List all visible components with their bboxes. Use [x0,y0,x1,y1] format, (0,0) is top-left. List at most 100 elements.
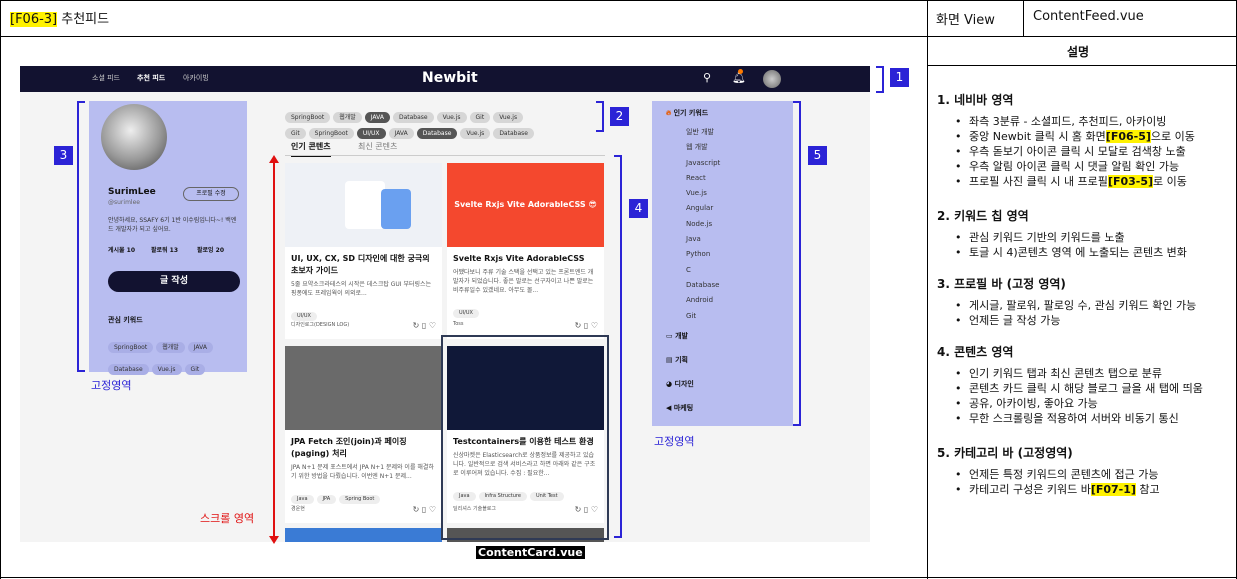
keyword-chip[interactable]: JAVA [388,128,414,139]
megaphone-icon: ◀ [666,403,672,412]
keyword-chip[interactable]: SpringBoot [308,128,354,139]
desc-item: 관심 키워드 기반의 키워드를 노출 [937,230,1187,245]
category-item[interactable]: Vue.js [652,186,793,201]
tab-divider [285,155,605,156]
arrow-down-icon [269,536,279,544]
desc-section-1: 1. 네비바 영역 좌측 3분류 - 소셜피드, 추천피드, 아카이빙 중앙 N… [937,93,1195,189]
category-item[interactable]: 일반 개발 [652,125,793,140]
marker-2: 2 [610,107,629,126]
scroll-arrow [273,160,275,540]
desc-heading: 5. 카테고리 바 (고정영역) [937,446,1073,460]
fire-icon: 🔥︎ [666,109,672,117]
desc-heading: 2. 키워드 칩 영역 [937,209,1029,223]
marker-1: 1 [890,68,909,87]
newbit-logo[interactable]: Newbit [422,70,478,86]
keyword-chip[interactable]: UI/UX [356,128,386,139]
category-item[interactable]: Node.js [652,217,793,232]
category-group-label: 마케팅 [673,403,694,412]
desc-item: 인기 키워드 탭과 최신 콘텐츠 탭으로 분류 [937,366,1203,381]
card-author: 경운현 [291,506,305,512]
edit-profile-button[interactable]: 프로필 수정 [183,187,239,201]
card-tag[interactable]: Java [291,495,314,504]
navbar: 소셜 피드 추천 피드 아카이빙 Newbit ⚲ 🔔︎ [20,66,870,92]
keyword-chip[interactable]: Git [285,128,306,139]
category-item[interactable]: Git [652,309,793,324]
category-item[interactable]: C [652,263,793,278]
card-author: Toss [453,321,464,327]
card-tag[interactable]: Spring Boot [339,495,381,504]
following-count[interactable]: 팔로잉 20 [197,245,224,254]
card-title: Svelte Rxjs Vite AdorableCSS [453,254,585,263]
marker-3: 3 [54,146,73,165]
divider [0,577,1237,578]
keyword-chip[interactable]: Vue.js [151,364,182,375]
write-post-button[interactable]: 글 작성 [108,271,240,292]
nav-archive[interactable]: 아카이빙 [183,73,209,83]
arrow-up-icon [269,155,279,163]
category-item[interactable]: Angular [652,201,793,216]
card-tag[interactable]: JPA [316,495,337,504]
desc-item: 카테고리 구성은 키워드 바[F07-1] 참고 [937,482,1160,497]
category-group-plan[interactable]: ▤ 기획 [652,348,793,372]
post-count[interactable]: 게시물 10 [108,245,135,254]
keyword-chip[interactable]: Vue.js [460,128,491,139]
divider [1023,0,1024,37]
category-item[interactable]: Python [652,247,793,262]
bracket-5 [793,101,801,426]
category-item[interactable]: 웹 개발 [652,140,793,155]
desc-section-2: 2. 키워드 칩 영역 관심 키워드 기반의 키워드를 노출 토글 시 4)콘텐… [937,209,1187,260]
card-actions-icon[interactable]: ↻ ▯ ♡ [413,321,436,330]
bracket-4 [614,155,622,538]
keyword-chip[interactable]: Database [493,128,534,139]
tab-latest[interactable]: 최신 콘텐츠 [358,141,397,152]
category-group-marketing[interactable]: ◀ 마케팅 [652,396,793,420]
keyword-chip[interactable]: Git [184,364,206,375]
category-head-label: 인기 키워드 [673,109,709,117]
card-actions-icon[interactable]: ↻ ▯ ♡ [575,321,598,330]
category-item[interactable]: React [652,171,793,186]
category-item[interactable]: Java [652,232,793,247]
content-card-partial [285,528,442,542]
nav-social-feed[interactable]: 소셜 피드 [92,73,120,83]
marker-5: 5 [808,146,827,165]
content-card-caption: ContentCard.vue [476,546,585,559]
keyword-chip-row-2: Git SpringBoot UI/UX JAVA Database Vue.js Data… [285,120,595,142]
search-icon[interactable]: ⚲ [703,71,711,84]
page-title-text: 추천피드 [61,12,110,27]
card-tag[interactable]: UI/UX [291,312,317,321]
divider [927,0,928,579]
keyword-chip[interactable]: Database [108,364,149,375]
card-thumbnail [285,346,442,430]
keyword-chip[interactable]: JAVA [187,342,213,353]
card-tag[interactable]: UI/UX [453,309,479,318]
file-name: ContentFeed.vue [1033,9,1144,24]
palette-icon: ◕ [666,379,673,388]
page-code: [F06-3] [10,12,58,27]
fixed-area-label-right: 고정영역 [654,435,695,448]
desc-item: 언제든 글 작성 가능 [937,313,1196,328]
nav-recommend-feed[interactable]: 추천 피드 [137,73,165,83]
category-item[interactable]: Android [652,293,793,308]
content-card[interactable]: UI, UX, CX, SD 디자인에 대한 궁극의 초보자 가이드 5줄 요약… [285,163,442,339]
interest-keywords: SpringBoot 웹개발 JAVA Database Vue.js Git [108,334,240,378]
category-group-dev[interactable]: ▭ 개발 [652,324,793,348]
content-card[interactable]: JPA Fetch 조인(join)과 페이징(paging) 처리 JPA N… [285,346,442,523]
category-head[interactable]: 🔥︎ 인기 키워드 [652,101,793,125]
keyword-chip[interactable]: 웹개발 [156,342,185,353]
card-actions-icon[interactable]: ↻ ▯ ♡ [413,505,436,514]
content-card[interactable]: Svelte Rxjs Vite AdorableCSS 😎 Svelte Rx… [447,163,604,339]
category-item[interactable]: Javascript [652,156,793,171]
avatar[interactable] [763,70,781,88]
follower-count[interactable]: 팔로워 13 [151,245,178,254]
card-title: JPA Fetch 조인(join)과 페이징(paging) 처리 [291,437,407,458]
card-description: 5줄 요약소크라테스의 시작은 데스크탑 GUI 부터링스는 핑퐁에도 프레임웍… [291,281,432,297]
keyword-chip[interactable]: Database [416,128,458,139]
profile-name: SurimLee [108,187,156,197]
category-group-design[interactable]: ◕ 디자인 [652,372,793,396]
notification-dot [738,69,743,74]
bracket-2 [596,101,604,132]
keyword-chip[interactable]: SpringBoot [108,342,154,353]
category-item[interactable]: Database [652,278,793,293]
desc-heading: 1. 네비바 영역 [937,93,1014,107]
desc-item: 중앙 Newbit 클릭 시 홈 화면[F06-5]으로 이동 [937,129,1195,144]
